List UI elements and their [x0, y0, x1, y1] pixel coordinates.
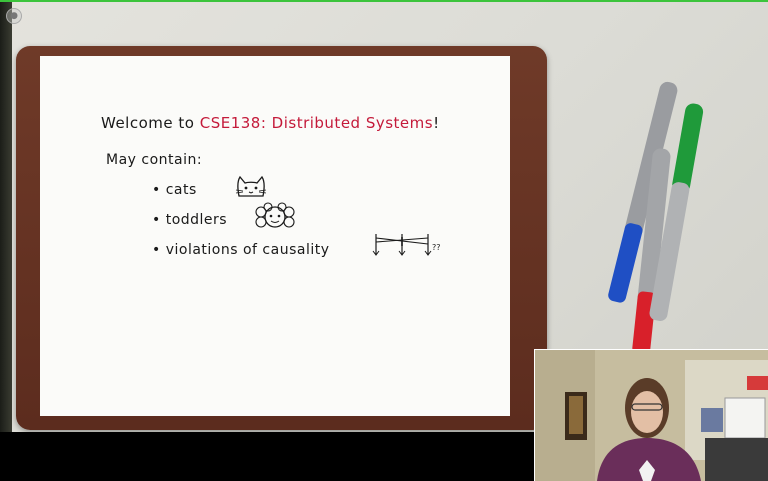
webcam-feed — [534, 349, 768, 481]
welcome-suffix: ! — [433, 114, 440, 132]
welcome-line: Welcome to CSE138: Distributed Systems! — [101, 114, 440, 132]
list-item-label: violations of causality — [165, 242, 330, 258]
cat-doodle-icon — [235, 175, 267, 197]
list-item: • violations of causality — [152, 242, 330, 258]
list-item: • toddlers — [152, 212, 227, 228]
record-indicator-icon: ● — [6, 8, 22, 24]
toddler-doodle-icon — [255, 202, 295, 228]
list-item: • cats — [152, 182, 197, 198]
markers-photo — [608, 81, 704, 355]
causality-diagram-icon: ?? — [372, 234, 441, 256]
bottom-letterbox — [0, 432, 534, 480]
causality-question-marks: ?? — [432, 243, 441, 252]
may-contain-heading: May contain: — [106, 152, 203, 168]
bullet-glyph: • — [152, 182, 161, 198]
webcam-scene-image — [535, 350, 768, 481]
left-edge-strip — [0, 2, 12, 432]
welcome-prefix: Welcome to — [101, 114, 195, 132]
list-item-label: cats — [165, 182, 197, 198]
bullet-glyph: • — [152, 212, 161, 228]
course-title: CSE138: Distributed Systems — [199, 114, 434, 132]
list-item-label: toddlers — [165, 212, 228, 228]
whiteboard-frame: Welcome to CSE138: Distributed Systems! … — [16, 46, 547, 430]
whiteboard: Welcome to CSE138: Distributed Systems! … — [40, 56, 510, 416]
bullet-glyph: • — [152, 242, 161, 258]
